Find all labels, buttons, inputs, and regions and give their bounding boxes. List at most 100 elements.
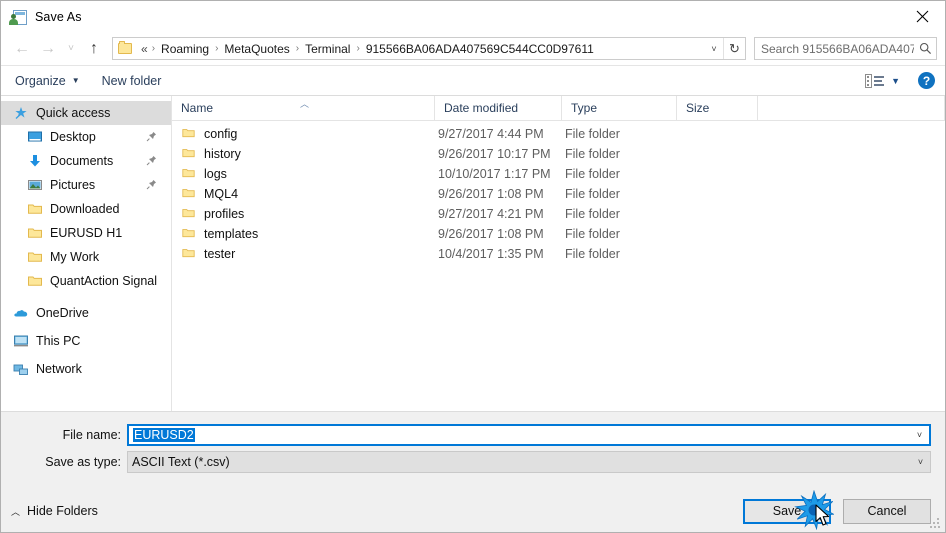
sidebar-item-label: Quick access — [36, 106, 111, 120]
pin-icon[interactable] — [146, 179, 157, 190]
hide-folders-button[interactable]: ︿ Hide Folders — [11, 504, 98, 518]
pin-icon[interactable] — [146, 131, 157, 142]
table-row[interactable]: tester 10/4/2017 1:35 PM File folder — [172, 244, 945, 264]
sidebar-item-this-pc[interactable]: This PC — [1, 329, 171, 353]
breadcrumb-item-metaquotes[interactable]: MetaQuotes — [221, 41, 292, 57]
file-name-label: templates — [204, 227, 259, 241]
up-one-level-button[interactable]: ↑ — [81, 37, 107, 61]
sidebar-item-label: EURUSD H1 — [50, 226, 123, 240]
table-row[interactable]: history 9/26/2017 10:17 PM File folder — [172, 144, 945, 164]
back-button[interactable]: ← — [9, 37, 35, 61]
pin-icon[interactable] — [146, 155, 157, 166]
file-name-label: tester — [204, 247, 236, 261]
column-header-filler — [758, 96, 945, 120]
address-bar[interactable]: « › Roaming › MetaQuotes › Terminal › 91… — [112, 37, 746, 60]
arrow-left-icon: ← — [14, 39, 30, 57]
sidebar-item-quantaction-signal[interactable]: QuantAction Signal — [1, 269, 171, 293]
breadcrumb-separator: › — [356, 43, 360, 54]
command-bar: Organize ▼ New folder ▼ ? — [1, 65, 945, 96]
folder-icon — [181, 166, 196, 183]
refresh-button[interactable]: ↻ — [723, 38, 745, 59]
folder-icon — [27, 249, 43, 265]
column-header-date-modified[interactable]: Date modified — [435, 96, 562, 120]
view-options-caret-icon[interactable]: ▼ — [891, 76, 900, 86]
save-button-label: Save — [772, 504, 802, 518]
file-date-cell: 9/27/2017 4:21 PM — [438, 207, 544, 221]
close-icon — [916, 10, 928, 23]
sidebar-item-label: Downloaded — [50, 202, 120, 216]
breadcrumb-overflow[interactable]: « — [138, 41, 149, 57]
sidebar-item-eurusd-h1[interactable]: EURUSD H1 — [1, 221, 171, 245]
table-row[interactable]: MQL4 9/26/2017 1:08 PM File folder — [172, 184, 945, 204]
column-header-size-label: Size — [686, 101, 710, 115]
chevron-down-icon: ˅ — [68, 42, 74, 54]
resize-grip[interactable] — [930, 518, 941, 529]
sidebar-item-label: Pictures — [50, 178, 96, 192]
navigation-bar: ← → ˅ ↑ « › Roaming › MetaQuotes › Termi… — [1, 32, 945, 65]
chevron-up-icon: ︿ — [11, 506, 21, 517]
file-date-cell: 10/10/2017 1:17 PM — [438, 167, 551, 181]
file-type-cell: File folder — [565, 167, 620, 181]
cancel-button-label: Cancel — [867, 504, 907, 518]
breadcrumb-item-roaming[interactable]: Roaming — [158, 41, 212, 57]
breadcrumb-item-terminal[interactable]: Terminal — [302, 41, 353, 57]
save-as-type-combo[interactable]: ASCII Text (*.csv) ˅ — [127, 451, 931, 473]
table-row[interactable]: profiles 9/27/2017 4:21 PM File folder — [172, 204, 945, 224]
table-row[interactable]: templates 9/26/2017 1:08 PM File folder — [172, 224, 945, 244]
sidebar-item-pictures[interactable]: Pictures — [1, 173, 171, 197]
file-type-cell: File folder — [565, 127, 620, 141]
file-date-cell: 9/26/2017 1:08 PM — [438, 227, 544, 241]
chevron-down-icon[interactable]: ˅ — [911, 457, 930, 467]
organize-label: Organize — [15, 73, 66, 88]
new-folder-button[interactable]: New folder — [102, 74, 162, 88]
view-layout-icon[interactable] — [865, 73, 885, 88]
save-button[interactable]: Save — [743, 498, 831, 524]
folder-icon — [181, 146, 196, 163]
address-dropdown-button[interactable]: ˅ — [705, 44, 723, 54]
sidebar-item-documents[interactable]: Documents — [1, 149, 171, 173]
save-form: File name: EURUSD2 ˅ Save as type: ASCII… — [1, 411, 945, 490]
sidebar-item-label: Documents — [50, 154, 114, 168]
search-input[interactable]: Search 915566BA06ADA40756... — [755, 42, 914, 56]
close-button[interactable] — [899, 1, 945, 32]
folder-icon — [27, 225, 43, 241]
sidebar-item-my-work[interactable]: My Work — [1, 245, 171, 269]
folder-icon — [181, 226, 196, 243]
column-header-size[interactable]: Size — [677, 96, 758, 120]
sidebar-item-downloaded[interactable]: Downloaded — [1, 197, 171, 221]
table-row[interactable]: logs 10/10/2017 1:17 PM File folder — [172, 164, 945, 184]
file-name-cell: MQL4 — [172, 186, 435, 203]
cancel-button[interactable]: Cancel — [843, 498, 931, 524]
computer-icon — [13, 333, 29, 349]
arrow-up-icon: ↑ — [90, 39, 98, 57]
sidebar-item-onedrive[interactable]: OneDrive — [1, 301, 171, 325]
folder-icon — [181, 206, 196, 223]
column-header-date-label: Date modified — [444, 101, 519, 115]
file-name-row: File name: EURUSD2 ˅ — [1, 424, 945, 446]
column-header-type-label: Type — [571, 101, 598, 115]
sidebar-item-network[interactable]: Network — [1, 357, 171, 381]
file-type-cell: File folder — [565, 147, 620, 161]
sidebar-item-desktop[interactable]: Desktop — [1, 125, 171, 149]
search-box[interactable]: Search 915566BA06ADA40756... — [754, 37, 937, 60]
content-area: Quick access Desktop Documents Pictures … — [1, 96, 945, 411]
chevron-down-icon[interactable]: ˅ — [910, 430, 929, 440]
file-type-cell: File folder — [565, 207, 620, 221]
file-date-cell: 9/26/2017 10:17 PM — [438, 147, 551, 161]
column-header-name[interactable]: Name ︿ — [172, 96, 435, 120]
help-button[interactable]: ? — [918, 72, 935, 89]
file-name-input[interactable]: EURUSD2 — [129, 428, 910, 442]
table-row[interactable]: config 9/27/2017 4:44 PM File folder — [172, 124, 945, 144]
file-name-cell: logs — [172, 166, 435, 183]
save-as-type-value: ASCII Text (*.csv) — [132, 455, 230, 469]
file-name-combo[interactable]: EURUSD2 ˅ — [127, 424, 931, 446]
file-date-cell: 9/27/2017 4:44 PM — [438, 127, 544, 141]
recent-locations-button[interactable]: ˅ — [61, 37, 81, 61]
column-header-type[interactable]: Type — [562, 96, 677, 120]
sidebar-item-label: OneDrive — [36, 306, 89, 320]
breadcrumb-item-terminal-id[interactable]: 915566BA06ADA407569C544CC0D97611 — [363, 41, 597, 57]
forward-button[interactable]: → — [35, 37, 61, 61]
organize-button[interactable]: Organize ▼ — [15, 74, 80, 88]
file-date-cell: 10/4/2017 1:35 PM — [438, 247, 544, 261]
sidebar-item-quick-access[interactable]: Quick access — [1, 101, 171, 125]
